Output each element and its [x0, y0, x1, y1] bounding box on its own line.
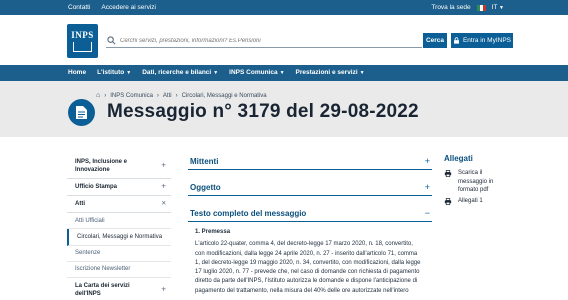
chevron-down-icon: ▼ — [213, 70, 219, 76]
breadcrumb-item[interactable]: Atti — [163, 93, 172, 99]
nav-item-dati[interactable]: Dati, ricerche e bilanci ▼ — [142, 69, 218, 76]
body-line: 1, del decreto-legge 19 maggio 2020, n. … — [195, 259, 421, 266]
accordion-label: Mittenti — [190, 157, 219, 166]
printer-icon — [444, 198, 452, 206]
allegati-panel: Allegati Scarica il messaggio in formato… — [444, 154, 524, 206]
collapse-icon[interactable]: × — [161, 199, 166, 210]
body-line: pagamento del trattamento, nella misura … — [195, 287, 409, 294]
accordion-mittenti[interactable]: Mittenti + — [188, 154, 432, 170]
search-input[interactable] — [120, 37, 410, 44]
accordion-testo-completo[interactable]: Testo completo del messaggio − — [188, 206, 432, 222]
accedere-servizi-link[interactable]: Accedere ai servizi — [101, 4, 156, 11]
search-icon — [107, 36, 116, 45]
sidebar-item-label: INPS, Inclusione e Innovazione — [75, 159, 128, 174]
chevron-down-icon: ▼ — [279, 70, 285, 76]
body-line: L'articolo 22-quater, comma 4, del decre… — [195, 241, 413, 248]
chevron-down-icon: ▼ — [359, 70, 365, 76]
breadcrumb-item[interactable]: INPS Comunica — [110, 93, 153, 99]
nav-label: Prestazioni e servizi — [295, 69, 358, 76]
nav-item-prestazioni[interactable]: Prestazioni e servizi ▼ — [296, 69, 365, 76]
download-pdf-link[interactable]: Scarica il messaggio in formato pdf — [444, 169, 524, 195]
chevron-down-icon: ▼ — [499, 5, 504, 11]
logo-mark — [73, 42, 92, 52]
expand-icon[interactable]: + — [161, 284, 166, 295]
allegati-label: Allegati 1 — [458, 198, 483, 205]
trova-sede-link[interactable]: Trova la sede — [431, 4, 470, 11]
logo-text: INPS — [71, 30, 94, 40]
expand-icon[interactable]: + — [161, 161, 166, 172]
breadcrumb-separator: › — [156, 92, 159, 99]
sidebar-subitem-sentenze[interactable]: Sentenze — [67, 246, 171, 262]
page-title-area: ⌂ › INPS Comunica › Atti › Circolari, Me… — [0, 81, 568, 137]
document-icon — [68, 99, 95, 126]
site-header: INPS Cerca Entra in MyINPS — [0, 15, 568, 65]
body-line: diretto da parte dell'INPS, l'Istituto a… — [195, 278, 418, 285]
download-pdf-label: Scarica il messaggio in formato pdf — [458, 170, 494, 194]
expand-icon[interactable]: + — [161, 182, 166, 193]
sidebar-item-atti[interactable]: Atti × — [67, 196, 171, 214]
lock-icon — [454, 37, 459, 44]
nav-item-istituto[interactable]: L'istituto ▼ — [97, 69, 131, 76]
chevron-down-icon: ▼ — [126, 70, 132, 76]
main-navigation: Home L'istituto ▼ Dati, ricerche e bilanc… — [0, 65, 568, 81]
sidebar-item-label: Ufficio Stampa — [75, 184, 118, 191]
language-label: IT — [491, 4, 498, 11]
sidebar-item-ufficio-stampa[interactable]: Ufficio Stampa + — [67, 179, 171, 197]
body-line: 17 luglio 2020, n. 77 - prevede che, nel… — [195, 269, 420, 276]
expand-icon[interactable]: + — [425, 182, 430, 192]
collapse-icon[interactable]: − — [425, 208, 430, 218]
nav-label: L'istituto — [97, 69, 125, 76]
breadcrumb: ⌂ › INPS Comunica › Atti › Circolari, Me… — [96, 92, 267, 99]
section-heading: 1. Premessa — [195, 229, 231, 235]
nav-item-home[interactable]: Home — [68, 69, 86, 76]
inps-logo[interactable]: INPS — [67, 24, 98, 58]
allegati-link[interactable]: Allegati 1 — [444, 197, 524, 206]
sidebar-subitem-circolari[interactable]: Circolari, Messaggi e Normativa — [67, 229, 171, 246]
sidebar-subitem-newsletter[interactable]: Iscrizione Newsletter — [67, 262, 171, 278]
accordion-label: Testo completo del messaggio — [190, 209, 307, 218]
sidebar-item-carta-servizi[interactable]: La Carta dei servizi dell'INPS + — [67, 278, 171, 300]
main-content: Mittenti + Oggetto + Testo completo del … — [188, 154, 432, 296]
top-utility-bar: Contatti Accedere ai servizi Trova la se… — [0, 0, 568, 15]
body-line: con modificazioni, dalla legge 24 aprile… — [195, 250, 418, 257]
myinps-button[interactable]: Entra in MyINPS — [451, 33, 513, 48]
accordion-label: Oggetto — [190, 183, 221, 192]
nav-label: Home — [68, 69, 87, 76]
flag-icon — [476, 4, 486, 11]
breadcrumb-separator: › — [175, 92, 178, 99]
sidebar: INPS, Inclusione e Innovazione + Ufficio… — [67, 154, 171, 300]
sidebar-item-inclusione[interactable]: INPS, Inclusione e Innovazione + — [67, 154, 171, 180]
nav-label: INPS Comunica — [229, 69, 278, 76]
accordion-oggetto[interactable]: Oggetto + — [188, 180, 432, 196]
search-bar — [106, 34, 422, 48]
myinps-label: Entra in MyINPS — [462, 37, 512, 44]
allegati-heading: Allegati — [444, 154, 473, 163]
home-icon[interactable]: ⌂ — [96, 92, 100, 99]
search-button[interactable]: Cerca — [423, 33, 447, 48]
breadcrumb-separator: › — [104, 92, 107, 99]
breadcrumb-item-current[interactable]: Circolari, Messaggi e Normativa — [182, 93, 267, 99]
sidebar-subitem-atti-ufficiali[interactable]: Atti Ufficiali — [67, 213, 171, 230]
nav-label: Dati, ricerche e bilanci — [142, 69, 212, 76]
sidebar-item-label: La Carta dei servizi dell'INPS — [75, 282, 130, 297]
message-body: 1. Premessa L'articolo 22-quater, comma … — [188, 222, 432, 296]
expand-icon[interactable]: + — [425, 156, 430, 166]
page-title: Messaggio n° 3179 del 29-08-2022 — [107, 101, 419, 122]
printer-icon — [444, 170, 452, 177]
nav-item-comunica[interactable]: INPS Comunica ▼ — [229, 69, 284, 76]
sidebar-item-label: Atti — [75, 201, 85, 208]
contatti-link[interactable]: Contatti — [68, 4, 90, 11]
language-selector[interactable]: IT ▼ — [492, 4, 504, 11]
